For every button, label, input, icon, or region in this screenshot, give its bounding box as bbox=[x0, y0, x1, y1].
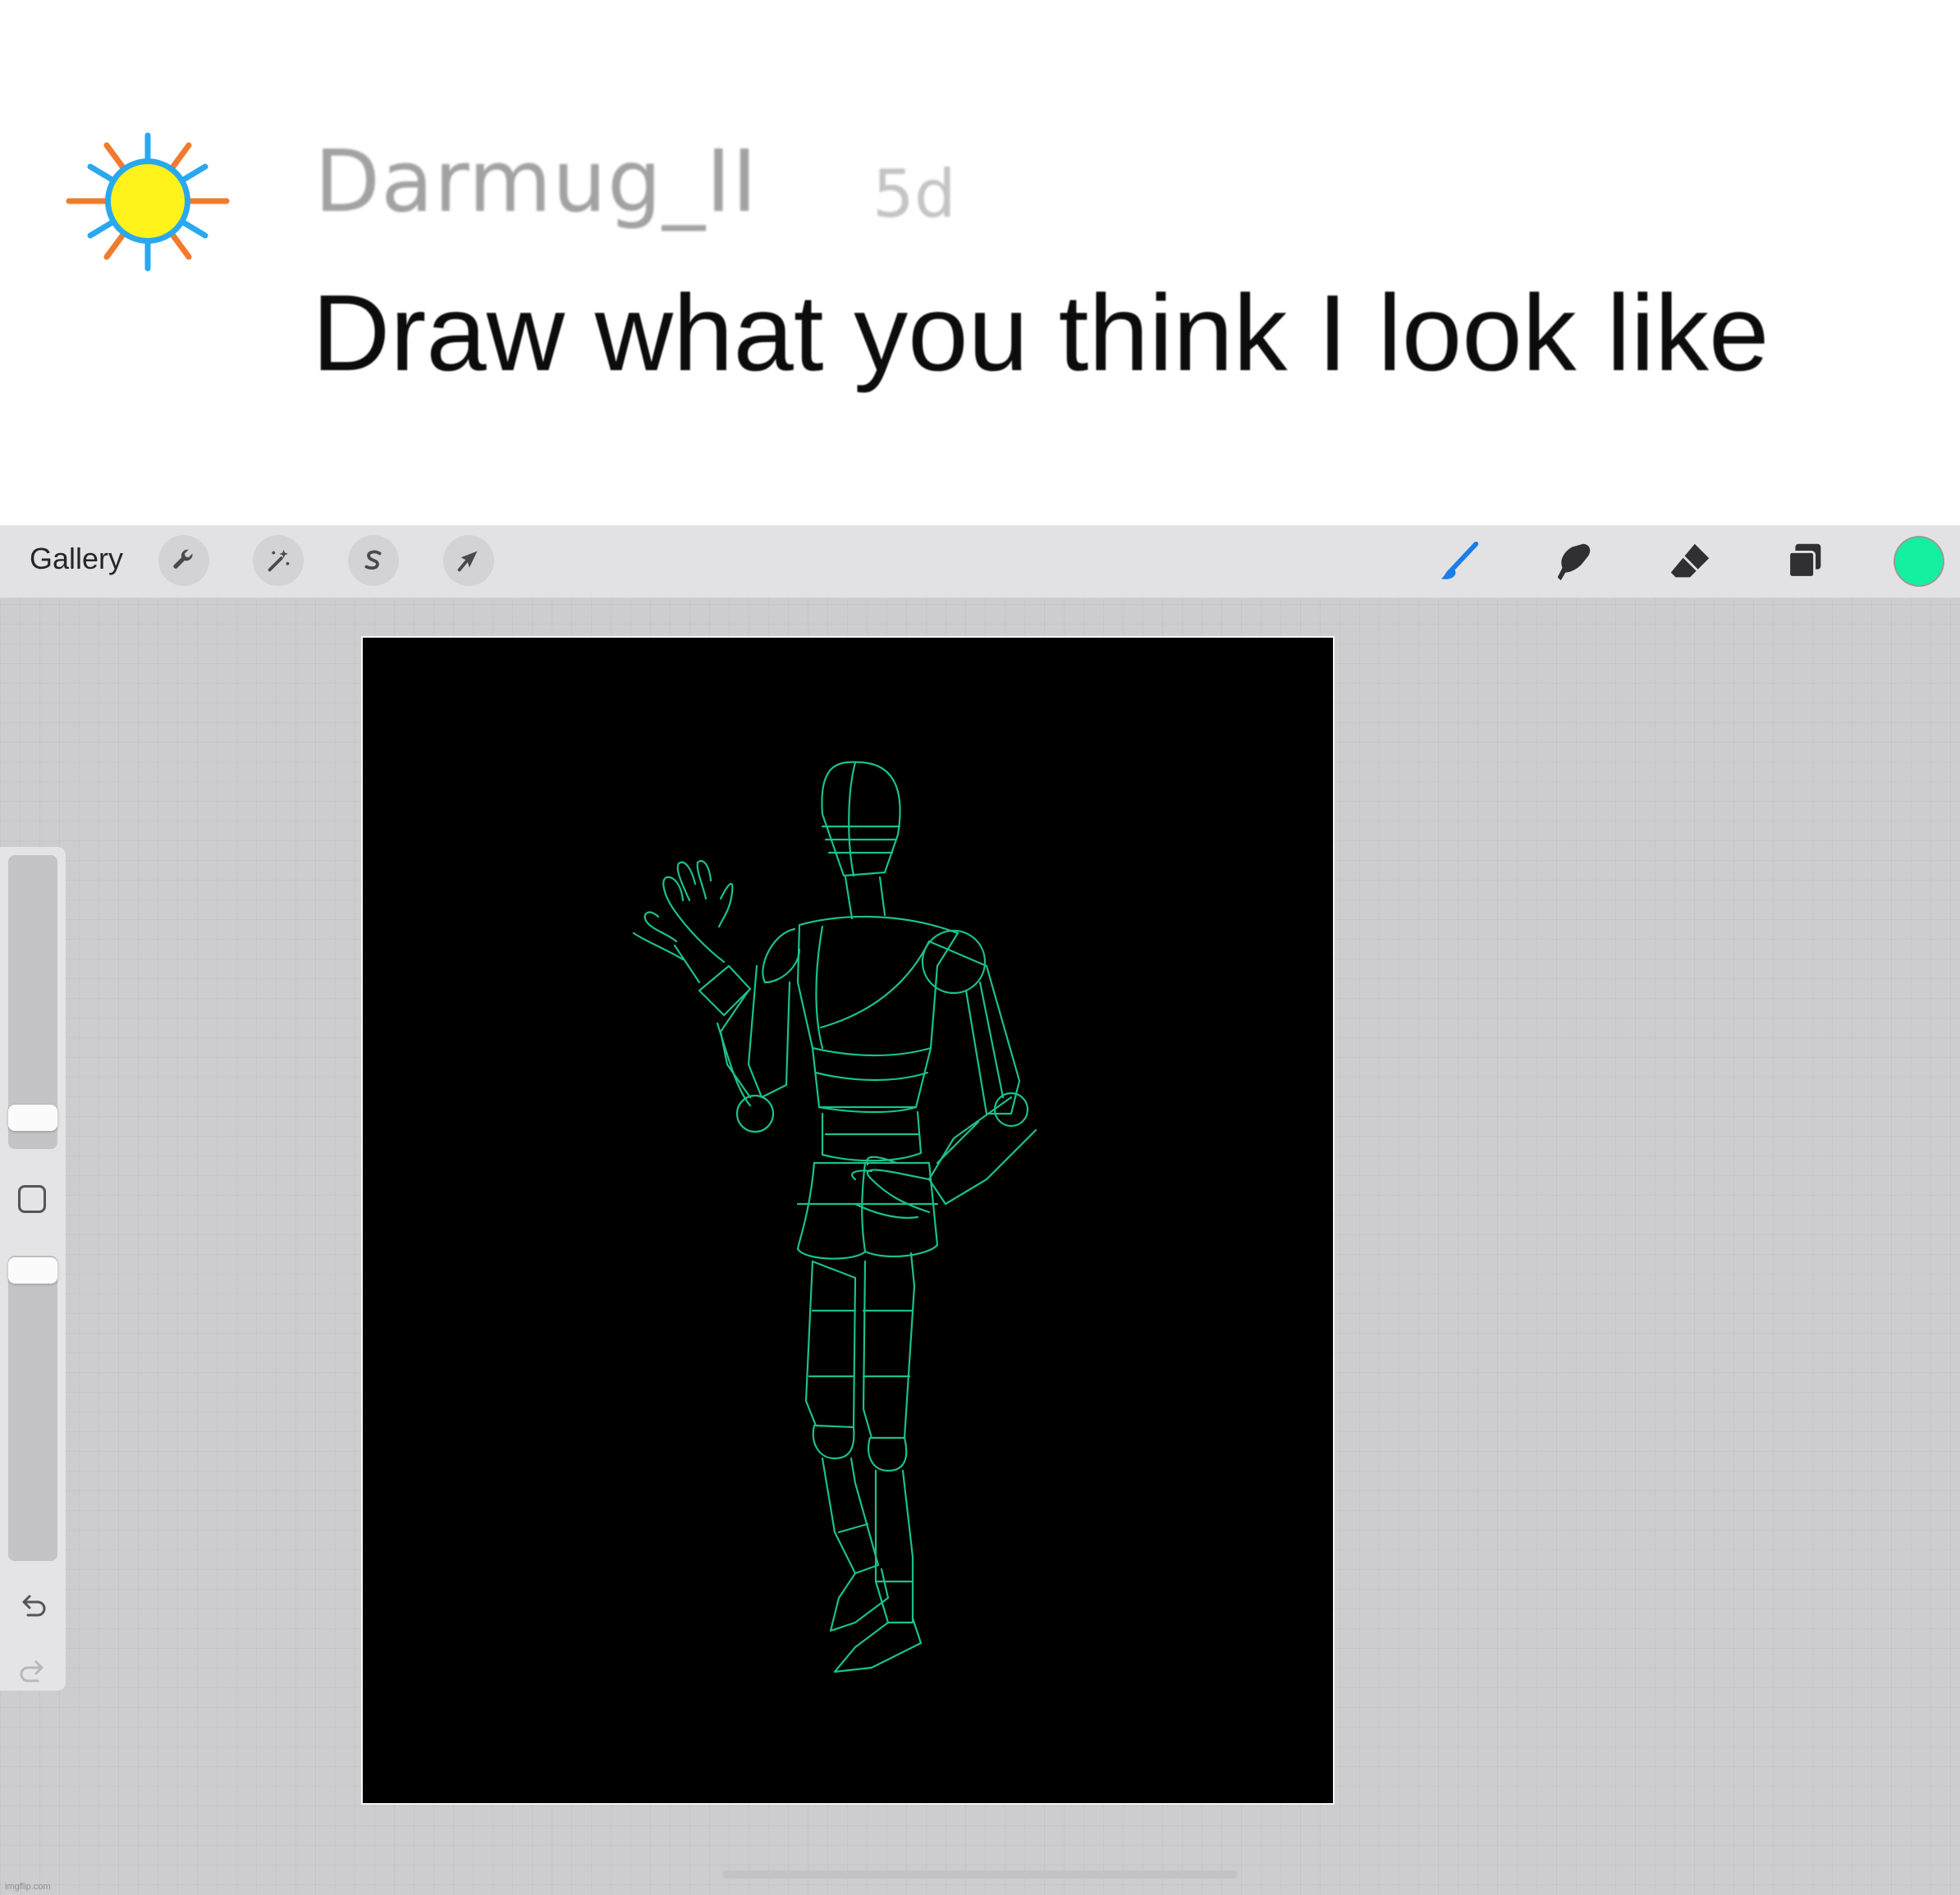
color-picker-swatch[interactable] bbox=[1895, 538, 1943, 585]
transform-arrow-icon[interactable] bbox=[443, 535, 494, 586]
brush-size-thumb[interactable] bbox=[8, 1105, 57, 1131]
modify-button[interactable] bbox=[18, 1185, 46, 1213]
magic-wand-icon[interactable] bbox=[253, 535, 304, 586]
undo-icon[interactable] bbox=[16, 1591, 49, 1623]
brush-icon[interactable] bbox=[1435, 537, 1486, 586]
home-indicator[interactable] bbox=[722, 1870, 1238, 1879]
comment-text: Draw what you think I look like bbox=[312, 272, 1770, 393]
smudge-icon[interactable] bbox=[1550, 537, 1601, 586]
layers-icon[interactable] bbox=[1779, 537, 1830, 586]
comment-username[interactable]: Darmug_II bbox=[314, 131, 758, 231]
watermark: imgflip.com bbox=[5, 1882, 51, 1892]
mannequin-drawing bbox=[632, 761, 1037, 1673]
redo-icon[interactable] bbox=[16, 1656, 49, 1689]
drawing-app: Gallery imgflip.com bbox=[0, 525, 1960, 1895]
eraser-icon[interactable] bbox=[1665, 537, 1715, 586]
left-sidebar bbox=[0, 847, 66, 1691]
wrench-icon[interactable] bbox=[158, 535, 209, 586]
top-toolbar: Gallery bbox=[0, 525, 1960, 598]
opacity-slider[interactable] bbox=[8, 1256, 57, 1561]
sun-icon[interactable] bbox=[66, 127, 230, 275]
opacity-thumb[interactable] bbox=[8, 1257, 57, 1284]
selection-s-icon[interactable] bbox=[348, 535, 399, 586]
drawing-canvas[interactable] bbox=[361, 636, 1335, 1805]
comment-header: Darmug_II 5d Draw what you think I look … bbox=[0, 0, 1960, 525]
gallery-button[interactable]: Gallery bbox=[30, 542, 123, 576]
comment-age: 5d bbox=[872, 156, 956, 232]
